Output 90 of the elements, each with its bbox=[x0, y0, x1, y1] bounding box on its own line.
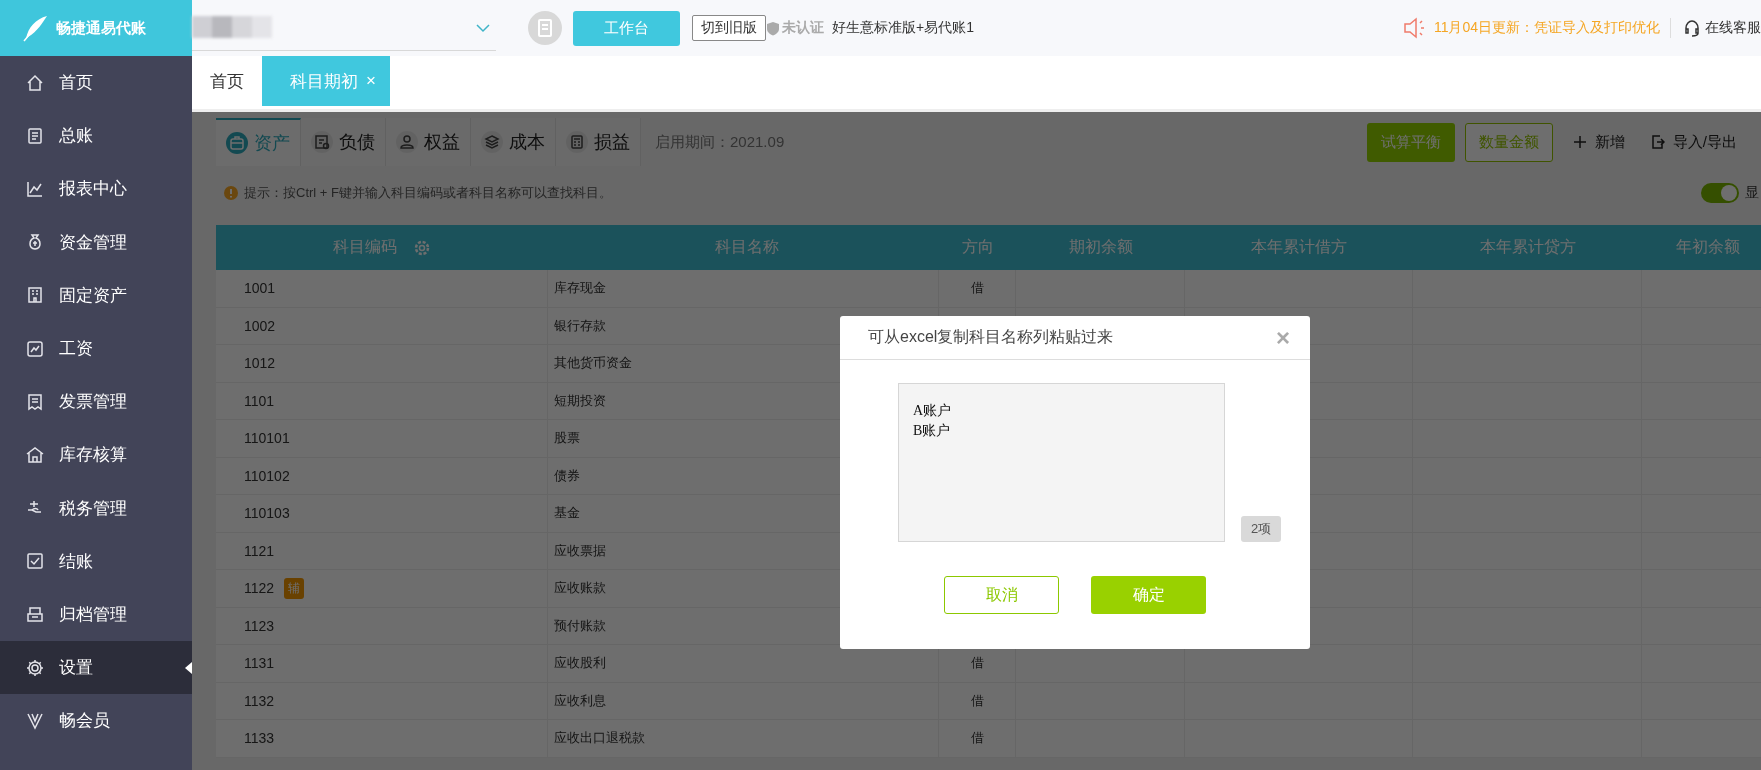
sidebar-item[interactable]: 结账 bbox=[0, 534, 192, 588]
clipboard-icon bbox=[528, 11, 562, 45]
shield-icon bbox=[766, 20, 780, 36]
table-cell: 110101 bbox=[244, 430, 290, 447]
sidebar-item[interactable]: 畅会员 bbox=[0, 694, 192, 748]
table-cell: 应收出口退税款 bbox=[554, 729, 645, 748]
old-version-button[interactable]: 切到旧版 bbox=[692, 15, 766, 41]
paste-field[interactable]: A账户 B账户 bbox=[898, 383, 1225, 542]
table-cell: 库存现金 bbox=[554, 279, 606, 298]
edition-label: 好生意标准版+易代账1 bbox=[832, 19, 974, 37]
table-cell: 债券 bbox=[554, 466, 580, 485]
table-cell: 短期投资 bbox=[554, 391, 606, 410]
calculator-icon bbox=[566, 131, 588, 153]
column-header: 本年累计贷方 bbox=[1478, 237, 1577, 257]
tab-label: 科目期初 bbox=[290, 70, 358, 93]
home-icon bbox=[25, 72, 45, 93]
table-cell: 应收票据 bbox=[554, 541, 606, 560]
table-cell: 银行存款 bbox=[554, 316, 606, 335]
sidebar-item[interactable]: 归档管理 bbox=[0, 587, 192, 642]
sidebar-item[interactable]: 税务管理 bbox=[0, 481, 192, 535]
page-tab[interactable]: 首页 bbox=[192, 56, 262, 106]
gear-icon bbox=[413, 238, 431, 257]
column-header: 科目编码 bbox=[216, 225, 548, 270]
column-header: 科目名称 bbox=[713, 237, 780, 257]
building-icon bbox=[25, 285, 45, 306]
table-cell: 1101 bbox=[244, 392, 275, 409]
company-select[interactable] bbox=[192, 15, 496, 51]
sidebar-item[interactable]: 库存核算 bbox=[0, 428, 192, 482]
table-cell: 借 bbox=[970, 654, 984, 673]
receipt-icon bbox=[25, 391, 45, 412]
column-header: 本年累计借方 bbox=[1250, 237, 1348, 257]
table-cell: 应收利息 bbox=[554, 691, 606, 710]
export-icon bbox=[1650, 135, 1665, 149]
briefcase-icon bbox=[226, 132, 248, 154]
logo-text: 畅捷通易代账 bbox=[56, 18, 146, 38]
table-cell: 1012 bbox=[244, 355, 276, 372]
sidebar-item[interactable]: 发票管理 bbox=[0, 375, 192, 429]
auxiliary-badge: 辅 bbox=[284, 577, 305, 599]
table-cell: 1001 bbox=[244, 280, 276, 297]
toggle-label: 显 bbox=[1745, 184, 1760, 202]
table-cell: 110102 bbox=[244, 467, 290, 484]
tab-label: 首页 bbox=[210, 70, 244, 93]
ledger-icon bbox=[311, 131, 333, 153]
toolbar-link[interactable]: 新增 bbox=[1566, 122, 1631, 162]
table-cell: 借 bbox=[970, 729, 984, 748]
headset-icon bbox=[1683, 19, 1701, 37]
checklist-icon bbox=[25, 551, 45, 572]
table-cell: 1131 bbox=[244, 655, 275, 672]
table-cell: 1132 bbox=[244, 692, 275, 709]
gear-icon bbox=[25, 657, 45, 678]
archive-icon bbox=[25, 604, 45, 625]
column-header: 年初余额 bbox=[1675, 237, 1741, 257]
chart-document-icon bbox=[25, 338, 45, 359]
certification-label: 未认证 bbox=[782, 19, 824, 37]
table-cell: 应收股利 bbox=[554, 654, 606, 673]
table-cell: 基金 bbox=[554, 504, 580, 523]
table-cell: 预付账款 bbox=[554, 616, 606, 635]
table-cell: 借 bbox=[970, 691, 984, 710]
sidebar-item[interactable]: 固定资产 bbox=[0, 268, 192, 322]
caret-icon bbox=[476, 22, 490, 33]
table-cell: 1002 bbox=[244, 317, 276, 334]
table-cell: 1123 bbox=[244, 617, 275, 634]
dialog-title: 可从excel复制科目名称列粘贴过来 bbox=[868, 327, 1114, 347]
tip-text: 提示：按Ctrl + F键并输入科目编码或者科目名称可以查找科目。 bbox=[244, 184, 612, 202]
table-cell: 1133 bbox=[244, 730, 275, 747]
support-link[interactable]: 在线客服 bbox=[1705, 19, 1761, 37]
sidebar-item[interactable]: 报表中心 bbox=[0, 162, 192, 216]
sidebar-item[interactable]: 设置 bbox=[0, 641, 192, 695]
sidebar-item[interactable]: 首页 bbox=[0, 56, 192, 110]
sidebar-item[interactable]: 资金管理 bbox=[0, 215, 192, 269]
table-cell: 1121 bbox=[244, 542, 275, 559]
feather-icon bbox=[20, 13, 50, 43]
sidebar-item[interactable]: 总账 bbox=[0, 109, 192, 163]
toggle-switch[interactable] bbox=[1701, 183, 1739, 203]
warning-icon bbox=[224, 186, 238, 200]
table-cell: 应收账款 bbox=[554, 579, 606, 598]
count-label: 2项 bbox=[1241, 516, 1282, 542]
person-icon bbox=[396, 131, 418, 153]
column-header: 期初余额 bbox=[1067, 237, 1134, 257]
table-cell: 1122 bbox=[244, 580, 275, 597]
house-icon bbox=[25, 444, 45, 465]
table-cell: 其他货币资金 bbox=[554, 354, 632, 373]
plus-icon bbox=[1572, 135, 1587, 149]
document-icon bbox=[25, 125, 45, 146]
table-cell: 110103 bbox=[244, 505, 290, 522]
table-cell: 借 bbox=[970, 279, 984, 298]
layers-icon bbox=[481, 131, 503, 153]
sidebar-item[interactable]: 工资 bbox=[0, 321, 192, 376]
table-cell: 股票 bbox=[554, 429, 580, 448]
column-header: 方向 bbox=[960, 237, 995, 257]
